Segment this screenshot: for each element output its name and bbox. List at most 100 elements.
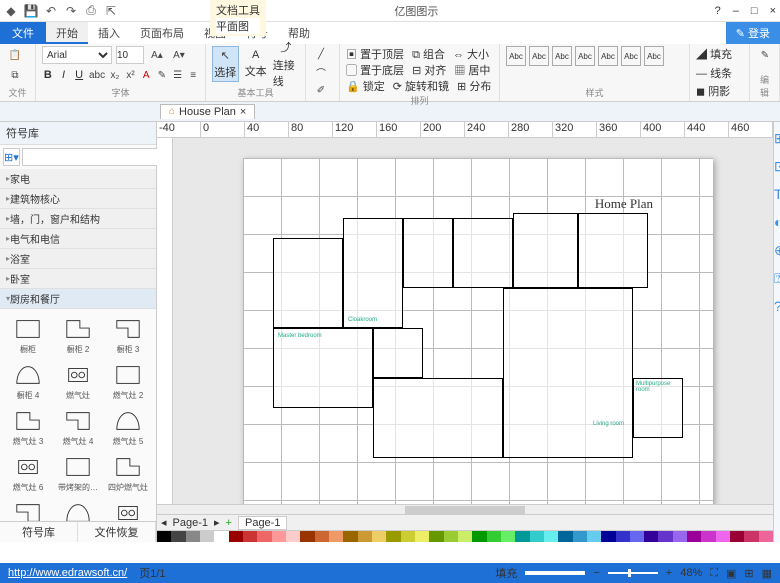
page-tab[interactable]: Page-1 — [238, 516, 287, 530]
status-url[interactable]: http://www.edrawsoft.cn/ — [8, 567, 127, 579]
tab-insert[interactable]: 插入 — [88, 22, 130, 44]
shape-item[interactable]: 带烤架的… — [54, 451, 102, 495]
sidepanel-icon[interactable]: ⊞ — [774, 130, 780, 148]
center-btn[interactable]: ▦ 居中 — [454, 62, 490, 78]
zoom-in-icon[interactable]: + — [666, 567, 672, 579]
color-swatch[interactable] — [558, 531, 572, 542]
bring-front[interactable]: ▣ 置于顶层 — [346, 46, 404, 62]
status-fill[interactable]: 填充 — [495, 565, 517, 581]
color-swatch[interactable] — [300, 531, 314, 542]
select-tool[interactable]: ↖选择 — [212, 46, 239, 82]
color-swatch[interactable] — [157, 531, 171, 542]
color-swatch[interactable] — [744, 531, 758, 542]
canvas[interactable]: Home Plan Cloakroom Master bedroom Livin… — [173, 138, 773, 504]
tab-close-icon[interactable]: × — [240, 106, 246, 118]
rotate-btn[interactable]: ⟳ 旋转和镜 — [393, 78, 449, 94]
help-icon[interactable]: ? — [715, 5, 721, 17]
style-preset[interactable]: Abc — [552, 46, 572, 66]
shape-item[interactable]: Gas range — [104, 497, 152, 521]
color-swatch[interactable] — [515, 531, 529, 542]
color-swatch[interactable] — [759, 531, 773, 542]
color-swatch[interactable] — [716, 531, 730, 542]
color-swatch[interactable] — [573, 531, 587, 542]
sidepanel-icon[interactable]: ? — [774, 298, 780, 316]
font-color-icon[interactable]: A — [140, 66, 152, 84]
page-nav-prev[interactable]: ◂ — [161, 516, 167, 529]
export-icon[interactable]: ⇱ — [104, 4, 118, 18]
color-swatch[interactable] — [200, 531, 214, 542]
pen-tool-icon[interactable]: ✐ — [312, 81, 330, 99]
color-swatch[interactable] — [358, 531, 372, 542]
page-nav-next[interactable]: ▸ — [214, 516, 220, 529]
page[interactable]: Home Plan Cloakroom Master bedroom Livin… — [243, 158, 713, 504]
shape-item[interactable]: Gas range — [54, 497, 102, 521]
color-swatch[interactable] — [444, 531, 458, 542]
font-size[interactable] — [116, 46, 144, 64]
scrollbar-horizontal[interactable] — [157, 504, 773, 514]
shape-item[interactable]: 橱柜 2 — [54, 313, 102, 357]
edit-icon[interactable]: ✎ — [756, 46, 774, 64]
color-swatch[interactable] — [372, 531, 386, 542]
category-item[interactable]: 卧室 — [0, 269, 156, 289]
color-swatch[interactable] — [630, 531, 644, 542]
minimize-icon[interactable]: – — [733, 5, 739, 17]
color-swatch[interactable] — [544, 531, 558, 542]
shape-item[interactable]: 燃气灶 2 — [104, 359, 152, 403]
tab-start[interactable]: 开始 — [46, 22, 88, 44]
sidepanel-icon[interactable]: ⊕ — [774, 242, 780, 260]
shape-item[interactable]: 橱柜 3 — [104, 313, 152, 357]
symlib-menu-icon[interactable]: ⊞▾ — [3, 148, 20, 166]
sub-icon[interactable]: x₂ — [109, 66, 121, 84]
shape-item[interactable]: 燃气灶 — [54, 359, 102, 403]
send-back[interactable]: ▢ 置于底层 — [346, 62, 404, 78]
file-menu[interactable]: 文件 — [0, 22, 46, 44]
color-swatch[interactable] — [272, 531, 286, 542]
maximize-icon[interactable]: □ — [751, 5, 758, 17]
sidepanel-icon[interactable]: ⍰ — [774, 270, 780, 288]
color-swatch[interactable] — [329, 531, 343, 542]
shape-item[interactable]: 橱柜 — [4, 313, 52, 357]
color-swatch[interactable] — [214, 531, 228, 542]
category-item[interactable]: 浴室 — [0, 249, 156, 269]
color-palette[interactable] — [157, 530, 773, 542]
style-preset[interactable]: Abc — [506, 46, 526, 66]
category-item[interactable]: 墙，门，窗户和结构 — [0, 209, 156, 229]
font-grow-icon[interactable]: A▴ — [148, 46, 166, 64]
color-swatch[interactable] — [343, 531, 357, 542]
sidepanel-icon[interactable]: ⊡ — [774, 158, 780, 176]
shape-item[interactable]: 燃气灶 3 — [4, 405, 52, 449]
underline-icon[interactable]: U — [73, 66, 85, 84]
shape-item[interactable]: 燃气灶 6 — [4, 451, 52, 495]
sidepanel-icon[interactable]: ◐ — [774, 214, 780, 232]
fit-icon[interactable]: ▣ — [726, 567, 736, 580]
align-icon[interactable]: ≡ — [187, 66, 199, 84]
group-btn[interactable]: ⧉ 组合 — [412, 46, 445, 62]
arc-tool-icon[interactable]: ⌒ — [312, 64, 330, 82]
zoom-level[interactable]: 48% — [680, 567, 702, 579]
recovery-tab[interactable]: 文件恢复 — [78, 522, 156, 542]
color-swatch[interactable] — [658, 531, 672, 542]
color-swatch[interactable] — [730, 531, 744, 542]
style-preset[interactable]: Abc — [598, 46, 618, 66]
color-swatch[interactable] — [229, 531, 243, 542]
category-item[interactable]: 家电 — [0, 169, 156, 189]
category-item[interactable]: 厨房和餐厅 — [0, 289, 156, 309]
italic-icon[interactable]: I — [58, 66, 70, 84]
color-swatch[interactable] — [701, 531, 715, 542]
style-preset[interactable]: Abc — [529, 46, 549, 66]
style-preset[interactable]: Abc — [644, 46, 664, 66]
font-shrink-icon[interactable]: A▾ — [170, 46, 188, 64]
color-swatch[interactable] — [315, 531, 329, 542]
redo-icon[interactable]: ↷ — [64, 4, 78, 18]
shadow-btn[interactable]: ◼ 阴影 — [696, 83, 743, 99]
color-swatch[interactable] — [501, 531, 515, 542]
fit-icon[interactable]: ⊞ — [744, 567, 753, 580]
fit-icon[interactable]: ▦ — [762, 567, 772, 580]
color-swatch[interactable] — [616, 531, 630, 542]
size-btn[interactable]: ⇔ 大小 — [453, 46, 489, 62]
category-item[interactable]: 电气和电信 — [0, 229, 156, 249]
page-nav-label[interactable]: Page-1 — [173, 517, 208, 529]
align-btn[interactable]: ⊟ 对齐 — [412, 62, 446, 78]
color-swatch[interactable] — [401, 531, 415, 542]
style-preset[interactable]: Abc — [621, 46, 641, 66]
